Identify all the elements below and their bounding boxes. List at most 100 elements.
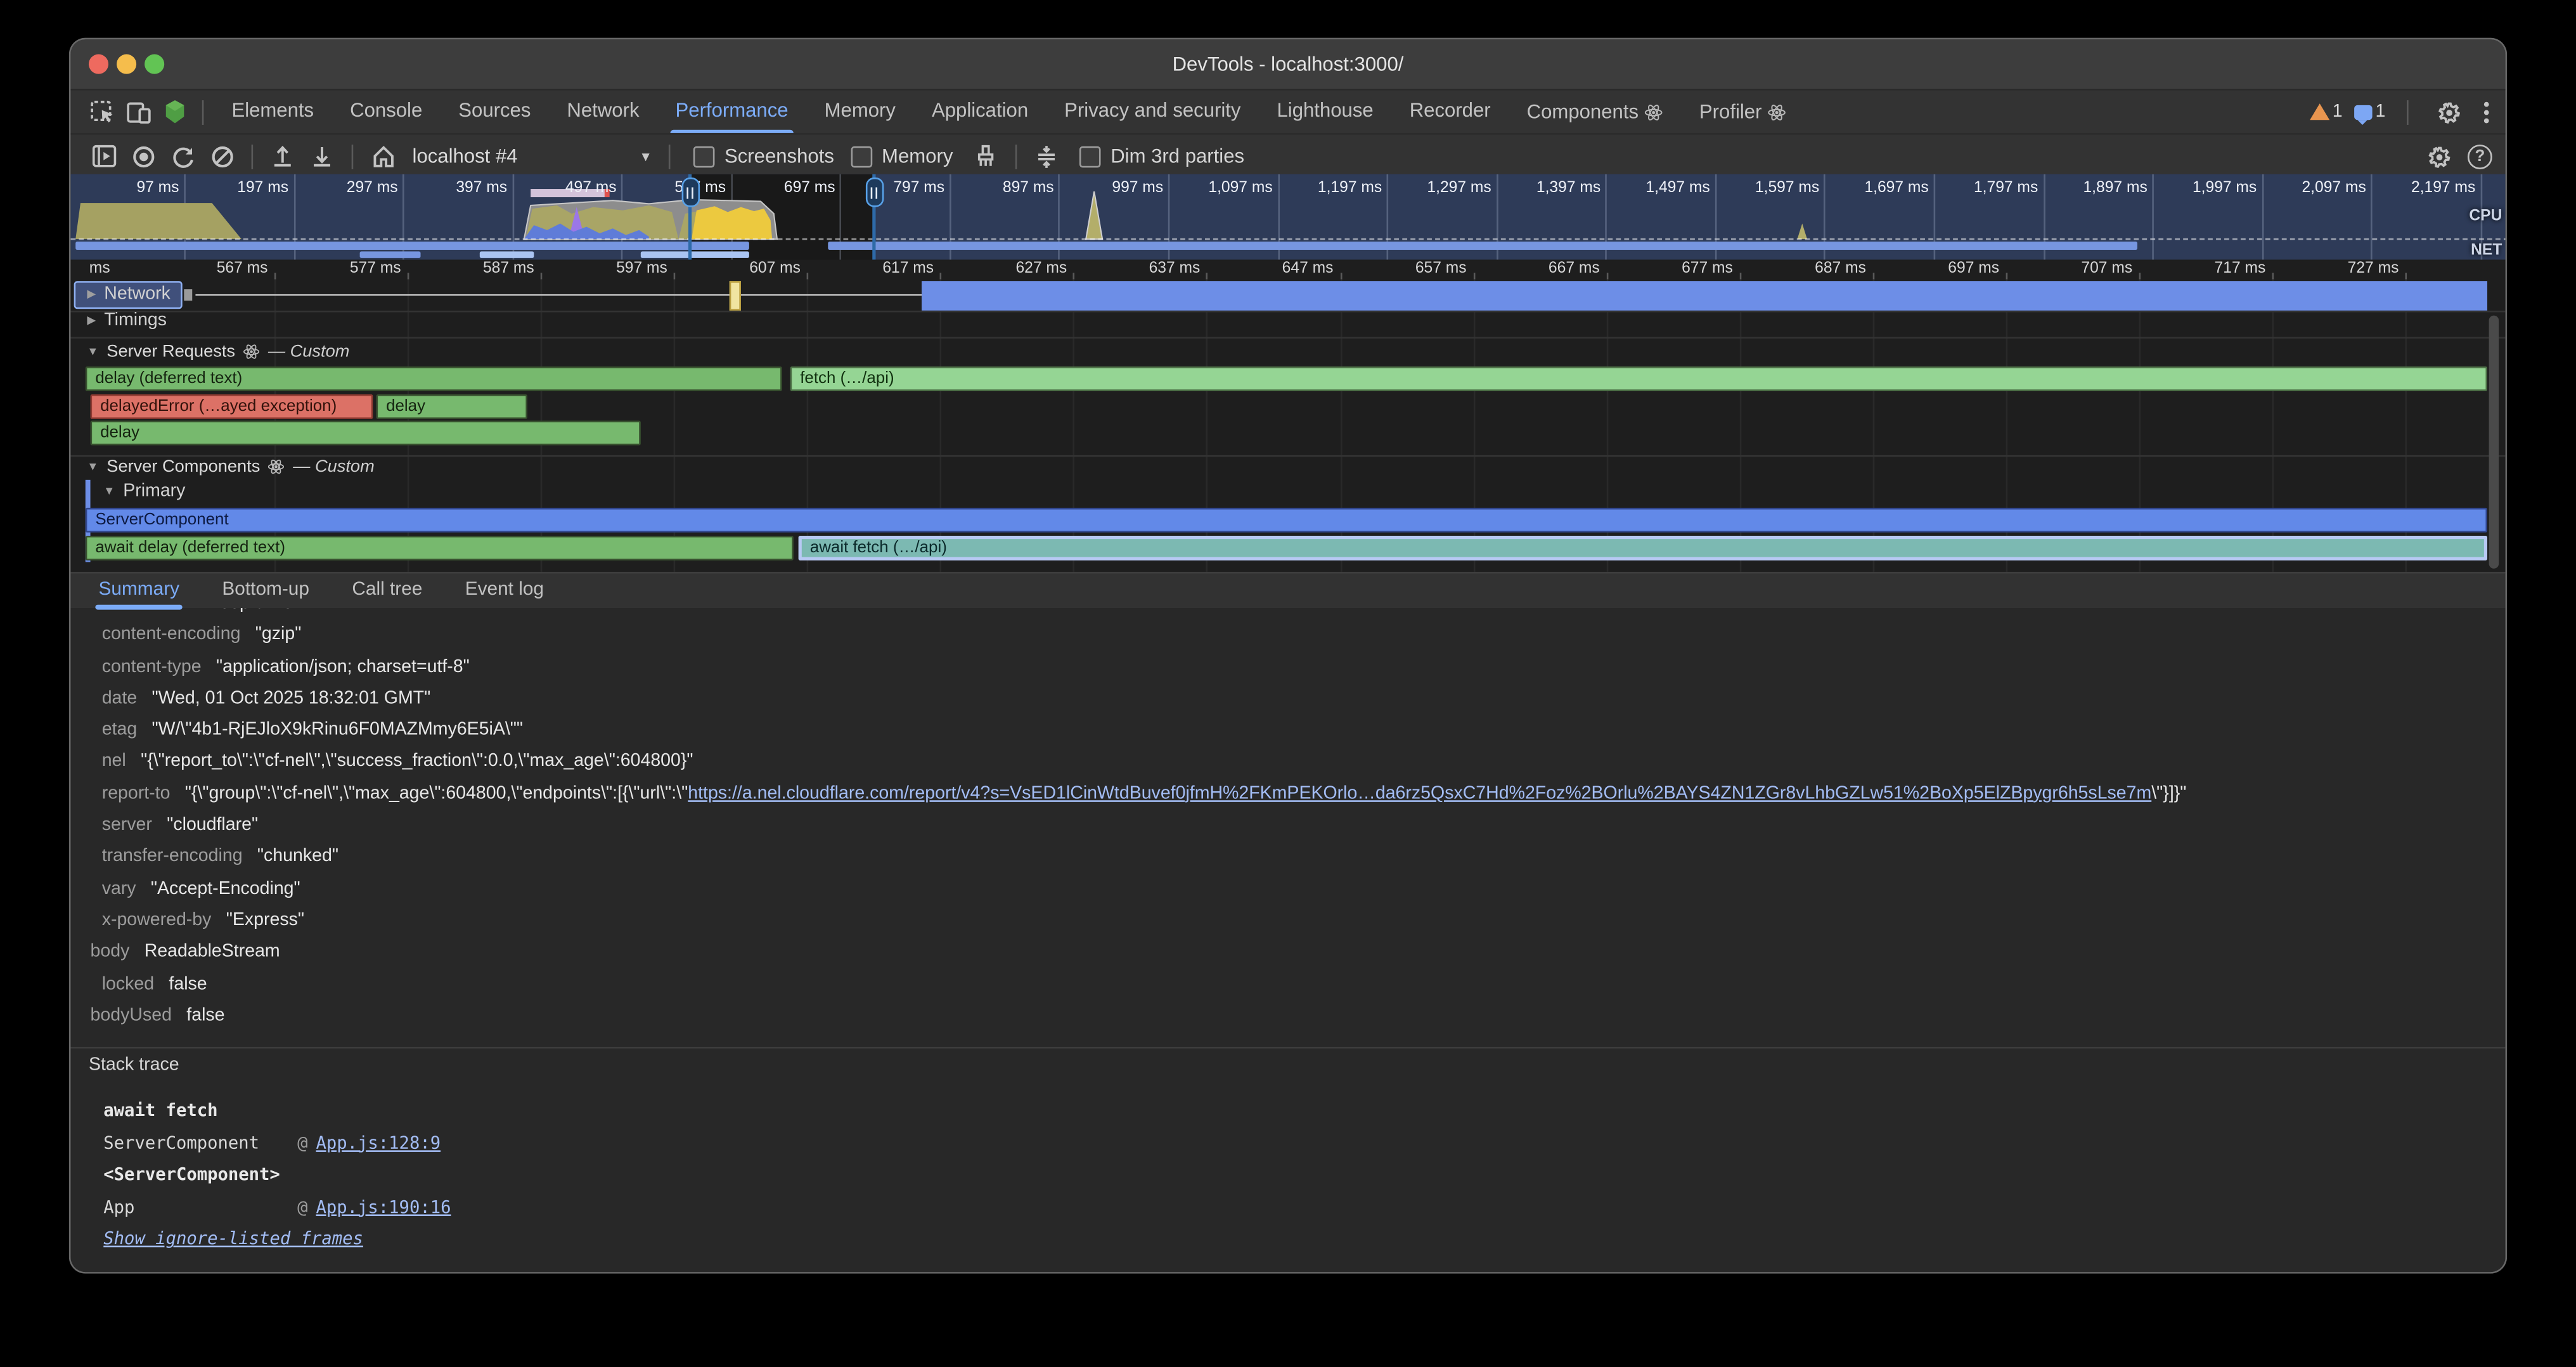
- ruler-label: 587 ms: [483, 260, 534, 280]
- property-row: vary"Accept-Encoding": [70, 874, 2507, 905]
- tab-memory[interactable]: Memory: [806, 91, 913, 133]
- net-overview-bar: [828, 242, 2137, 250]
- shortcuts-dialog-icon[interactable]: [1027, 139, 1066, 172]
- disclosure-triangle-icon[interactable]: ▼: [87, 346, 98, 358]
- track-network[interactable]: ▶ Network: [87, 284, 170, 304]
- help-icon[interactable]: ?: [2468, 144, 2492, 169]
- property-row: report-to"{\"group\":\"cf-nel\",\"max_ag…: [70, 779, 2507, 810]
- divider: [70, 1047, 2507, 1049]
- property-key: server: [102, 815, 152, 835]
- warnings-badge[interactable]: 1: [2309, 102, 2342, 122]
- network-request-grip[interactable]: [184, 289, 192, 301]
- ruler-tick: [2272, 273, 2274, 279]
- ruler-tick: [2006, 273, 2007, 279]
- devtools-window: DevTools - localhost:3000/ ElementsConso…: [69, 38, 2507, 1274]
- report-endpoint-link[interactable]: https://a.nel.cloudflare.com/report/v4?s…: [688, 784, 2151, 803]
- tab-bottom-up[interactable]: Bottom-up: [222, 573, 309, 609]
- overview-tick-label: 197 ms: [237, 179, 288, 198]
- inspect-element-icon[interactable]: [86, 95, 119, 128]
- screenshots-checkbox[interactable]: Screenshots: [693, 145, 834, 167]
- tab-lighthouse[interactable]: Lighthouse: [1259, 91, 1391, 133]
- record-icon[interactable]: [123, 139, 162, 172]
- event-bar-delayederror-ayed-exception-[interactable]: delayedError (…ayed exception): [91, 394, 373, 418]
- net-overview-bar: [641, 250, 749, 257]
- summary-pane[interactable]: connection"keep-alive"content-encoding"g…: [70, 608, 2507, 1274]
- overview-tick-label: 1,797 ms: [1974, 179, 2038, 198]
- property-key: body: [91, 942, 130, 962]
- overview-tick-label: 897 ms: [1003, 179, 1054, 198]
- tab-sources[interactable]: Sources: [441, 91, 549, 133]
- stack-trace-title: Stack trace: [89, 1055, 179, 1075]
- extension-icon[interactable]: [158, 95, 191, 128]
- event-bar-delay-deferred-text-[interactable]: delay (deferred text): [86, 366, 782, 391]
- overview-tick-label: 97 ms: [136, 179, 179, 198]
- tab-network[interactable]: Network: [549, 91, 657, 133]
- load-profile-icon[interactable]: [263, 139, 302, 172]
- collect-garbage-icon[interactable]: [966, 139, 1005, 172]
- track-primary[interactable]: ▼ Primary: [103, 481, 185, 501]
- source-location-link[interactable]: App.js:128:9: [316, 1133, 441, 1153]
- dim-3rd-parties-checkbox[interactable]: Dim 3rd parties: [1079, 145, 1244, 167]
- tab-components[interactable]: Components: [1509, 91, 1681, 133]
- event-bar-fetch-api-[interactable]: fetch (…/api): [790, 366, 2487, 391]
- response-properties: connection"keep-alive"content-encoding"g…: [70, 608, 2507, 1032]
- disclosure-triangle-icon[interactable]: ▶: [87, 314, 96, 327]
- timeline-overview[interactable]: 97 ms197 ms297 ms397 ms497 ms597 ms697 m…: [70, 174, 2507, 260]
- screen: DevTools - localhost:3000/ ElementsConso…: [0, 0, 2576, 1367]
- more-options-menu-icon[interactable]: [2477, 98, 2496, 126]
- event-bar-delay[interactable]: delay: [91, 421, 641, 446]
- vertical-scrollbar-thumb[interactable]: [2489, 316, 2499, 569]
- event-bar-await-fetch-api-[interactable]: await fetch (…/api): [799, 535, 2487, 560]
- tab-application[interactable]: Application: [913, 91, 1046, 133]
- clear-icon[interactable]: [202, 139, 242, 172]
- ruler-tick: [1340, 273, 1342, 279]
- tab-event-log[interactable]: Event log: [465, 573, 544, 609]
- selection-handle-left[interactable]: [681, 178, 699, 207]
- tab-profiler[interactable]: Profiler: [1681, 91, 1804, 133]
- track-timings[interactable]: ▶ Timings: [87, 311, 167, 330]
- disclosure-triangle-icon[interactable]: ▼: [103, 486, 115, 497]
- overview-tick-label: 1,397 ms: [1536, 179, 1600, 198]
- save-profile-icon[interactable]: [302, 139, 342, 172]
- network-request-bar[interactable]: [922, 280, 2487, 310]
- history-select[interactable]: localhost #4▼: [413, 145, 652, 167]
- property-value: "application/json; charset=utf-8": [216, 657, 470, 677]
- event-bar-delay[interactable]: delay: [377, 394, 527, 418]
- show-ignore-listed-frames-link[interactable]: Show ignore-listed frames: [103, 1230, 363, 1250]
- tab-call-tree[interactable]: Call tree: [352, 573, 422, 609]
- ruler-label: 717 ms: [2215, 260, 2266, 280]
- stack-frame: Show ignore-listed frames: [103, 1225, 451, 1257]
- selection-handle-right[interactable]: [865, 178, 884, 207]
- event-bar-servercomponent[interactable]: ServerComponent: [86, 508, 2487, 532]
- ruler-tick: [1739, 273, 1741, 279]
- ruler-tick: [807, 273, 809, 279]
- disclosure-triangle-icon[interactable]: ▶: [87, 288, 96, 301]
- settings-gear-icon[interactable]: [2431, 95, 2464, 128]
- timeline-ruler: ms567 ms577 ms587 ms597 ms607 ms617 ms62…: [70, 260, 2507, 280]
- track-server-components[interactable]: ▼ Server Components — Custom: [87, 457, 374, 477]
- tab-summary[interactable]: Summary: [99, 573, 180, 609]
- event-bar-await-delay-deferred-text-[interactable]: await delay (deferred text): [86, 535, 794, 560]
- tab-recorder[interactable]: Recorder: [1391, 91, 1509, 133]
- track-server-requests[interactable]: ▼ Server Requests — Custom: [87, 342, 349, 361]
- net-overview-bar: [75, 242, 749, 250]
- ruler-label: 567 ms: [217, 260, 268, 280]
- flamechart-tracks[interactable]: ▶ Network ▶ Timings ▼ Server Requests — …: [70, 280, 2507, 572]
- home-icon[interactable]: [363, 139, 402, 172]
- reload-icon[interactable]: [163, 139, 202, 172]
- record-and-reload-icon[interactable]: [84, 139, 123, 172]
- net-overview-bar: [360, 250, 421, 257]
- ruler-tick: [1207, 273, 1209, 279]
- checkbox-icon: [693, 145, 715, 167]
- memory-checkbox[interactable]: Memory: [851, 145, 953, 167]
- issues-badge[interactable]: 1: [2354, 102, 2386, 122]
- tab-console[interactable]: Console: [332, 91, 441, 133]
- tab-performance[interactable]: Performance: [657, 91, 806, 133]
- source-location-link[interactable]: App.js:190:16: [316, 1198, 451, 1217]
- selected-network-request[interactable]: [730, 280, 740, 310]
- tab-privacy-and-security[interactable]: Privacy and security: [1046, 91, 1259, 133]
- device-toolbar-icon[interactable]: [122, 95, 155, 128]
- capture-settings-gear-icon[interactable]: [2426, 144, 2451, 169]
- tab-elements[interactable]: Elements: [214, 91, 332, 133]
- disclosure-triangle-icon[interactable]: ▼: [87, 461, 98, 472]
